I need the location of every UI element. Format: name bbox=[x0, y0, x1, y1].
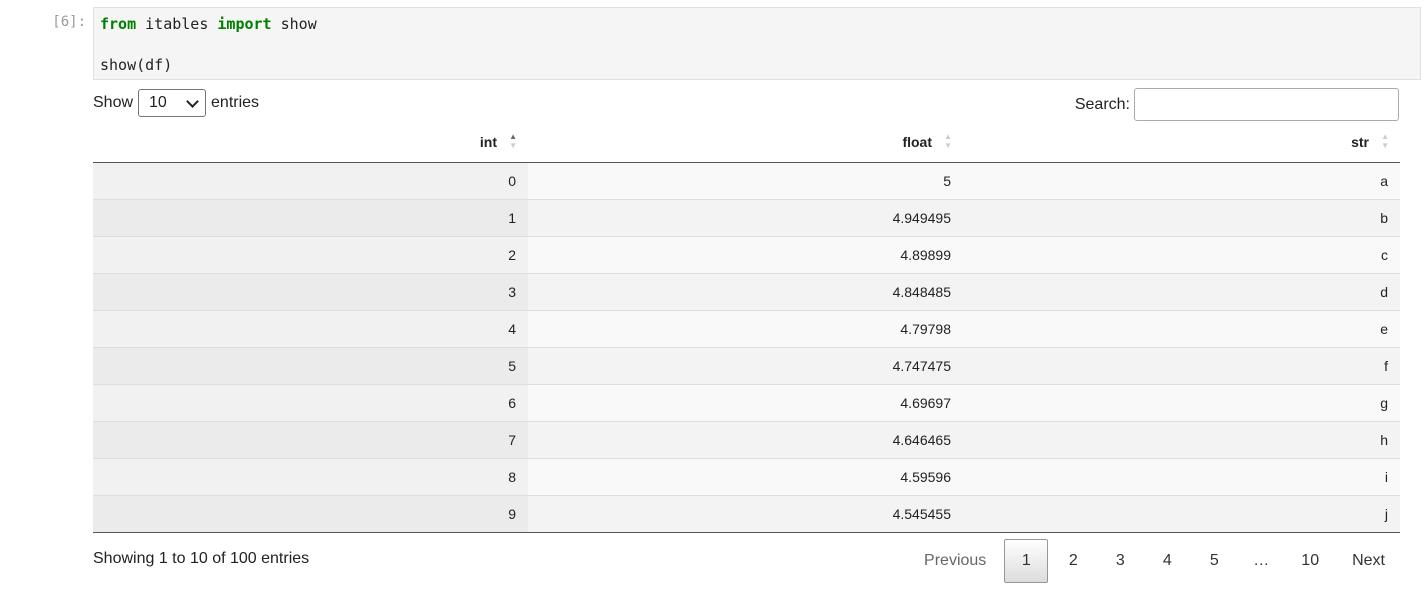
data-table: int ▲ ▼ float ▲ ▼ str ▲ ▼ 0 5 a 1 4.949495 b 2 4.89899 c… bbox=[93, 123, 1400, 533]
column-header-label: float bbox=[902, 134, 932, 151]
previous-button[interactable]: Previous bbox=[909, 539, 1001, 583]
code-token: itables bbox=[136, 15, 218, 33]
search-input[interactable] bbox=[1134, 88, 1399, 121]
cell-prompt: [6]: bbox=[52, 14, 86, 30]
table-cell: g bbox=[963, 383, 1400, 421]
table-cell: d bbox=[963, 272, 1400, 310]
page-buttons: 1 2 3 4 5 … 10 bbox=[1001, 539, 1334, 583]
table-cell: 4.848485 bbox=[528, 272, 963, 310]
page-button-3[interactable]: 3 bbox=[1098, 539, 1142, 583]
page-button-10[interactable]: 10 bbox=[1286, 539, 1334, 583]
table-cell: j bbox=[963, 494, 1400, 533]
table-cell: 4.59596 bbox=[528, 457, 963, 495]
table-header-row: int ▲ ▼ float ▲ ▼ str ▲ ▼ bbox=[93, 123, 1400, 163]
table-cell: 5 bbox=[528, 161, 963, 199]
column-header-label: str bbox=[1351, 134, 1369, 151]
page-length-value: 10 bbox=[149, 94, 167, 111]
chevron-down-icon bbox=[186, 94, 199, 108]
sort-icon: ▲ ▼ bbox=[509, 132, 517, 150]
table-cell: 4.69697 bbox=[528, 383, 963, 421]
code-keyword: import bbox=[217, 15, 272, 33]
show-label: Show bbox=[93, 94, 134, 111]
table-cell: i bbox=[963, 457, 1400, 495]
table-cell: b bbox=[963, 198, 1400, 236]
table-body: 0 5 a 1 4.949495 b 2 4.89899 c 3 4.848485 d 4 4.79798… bbox=[93, 161, 1400, 533]
table-row: 7 4.646465 h bbox=[93, 420, 1400, 458]
sort-icon: ▲ ▼ bbox=[944, 132, 952, 150]
table-cell: 7 bbox=[93, 420, 528, 458]
table-row: 8 4.59596 i bbox=[93, 457, 1400, 495]
table-cell: 6 bbox=[93, 383, 528, 421]
code-cell[interactable]: from itables import show show(df) bbox=[93, 7, 1421, 80]
search-control: Search: bbox=[1075, 88, 1399, 121]
table-cell: 4 bbox=[93, 309, 528, 347]
table-cell: h bbox=[963, 420, 1400, 458]
table-row: 9 4.545455 j bbox=[93, 494, 1400, 533]
page-button-2[interactable]: 2 bbox=[1051, 539, 1095, 583]
table-row: 6 4.69697 g bbox=[93, 383, 1400, 421]
table-cell: 0 bbox=[93, 161, 528, 199]
table-row: 2 4.89899 c bbox=[93, 235, 1400, 273]
table-cell: 3 bbox=[93, 272, 528, 310]
table-cell: a bbox=[963, 161, 1400, 199]
table-cell: 4.79798 bbox=[528, 309, 963, 347]
table-info: Showing 1 to 10 of 100 entries bbox=[93, 550, 310, 567]
code-token: show bbox=[271, 15, 317, 33]
table-cell: 1 bbox=[93, 198, 528, 236]
column-header-str[interactable]: str ▲ ▼ bbox=[963, 123, 1400, 163]
entries-label: entries bbox=[211, 94, 260, 111]
table-cell: 8 bbox=[93, 457, 528, 495]
code-keyword: from bbox=[100, 15, 137, 33]
pagination-ellipsis: … bbox=[1253, 552, 1270, 569]
page-button-4[interactable]: 4 bbox=[1145, 539, 1189, 583]
column-header-int[interactable]: int ▲ ▼ bbox=[93, 123, 528, 163]
page-button-5[interactable]: 5 bbox=[1192, 539, 1236, 583]
table-cell: 4.646465 bbox=[528, 420, 963, 458]
table-cell: 2 bbox=[93, 235, 528, 273]
page-button-1[interactable]: 1 bbox=[1004, 539, 1049, 583]
table-cell: e bbox=[963, 309, 1400, 347]
column-header-label: int bbox=[479, 134, 497, 151]
page-length-control: Show 10 entries bbox=[93, 89, 259, 117]
table-row: 1 4.949495 b bbox=[93, 198, 1400, 236]
table-cell: 4.747475 bbox=[528, 346, 963, 384]
pagination: Previous 1 2 3 4 5 … 10 Next bbox=[906, 539, 1400, 583]
table-row: 05a bbox=[93, 161, 1400, 199]
next-button[interactable]: Next bbox=[1337, 539, 1400, 583]
page-length-select[interactable]: 10 bbox=[138, 89, 207, 117]
table-cell: 5 bbox=[93, 346, 528, 384]
table-cell: 4.545455 bbox=[528, 494, 963, 533]
table-cell: c bbox=[963, 235, 1400, 273]
table-cell: 4.89899 bbox=[528, 235, 963, 273]
column-header-float[interactable]: float ▲ ▼ bbox=[528, 123, 963, 163]
table-cell: 4.949495 bbox=[528, 198, 963, 236]
table-row: 4 4.79798 e bbox=[93, 309, 1400, 347]
code-line: show(df) bbox=[100, 56, 172, 74]
table-row: 5 4.747475 f bbox=[93, 346, 1400, 384]
table-row: 3 4.848485 d bbox=[93, 272, 1400, 310]
code-token: show(df) bbox=[100, 56, 173, 74]
sort-icon: ▲ ▼ bbox=[1381, 132, 1389, 150]
table-cell: f bbox=[963, 346, 1400, 384]
search-label: Search: bbox=[1074, 95, 1130, 113]
code-line: from itables import show bbox=[100, 15, 317, 33]
table-cell: 9 bbox=[93, 494, 528, 533]
